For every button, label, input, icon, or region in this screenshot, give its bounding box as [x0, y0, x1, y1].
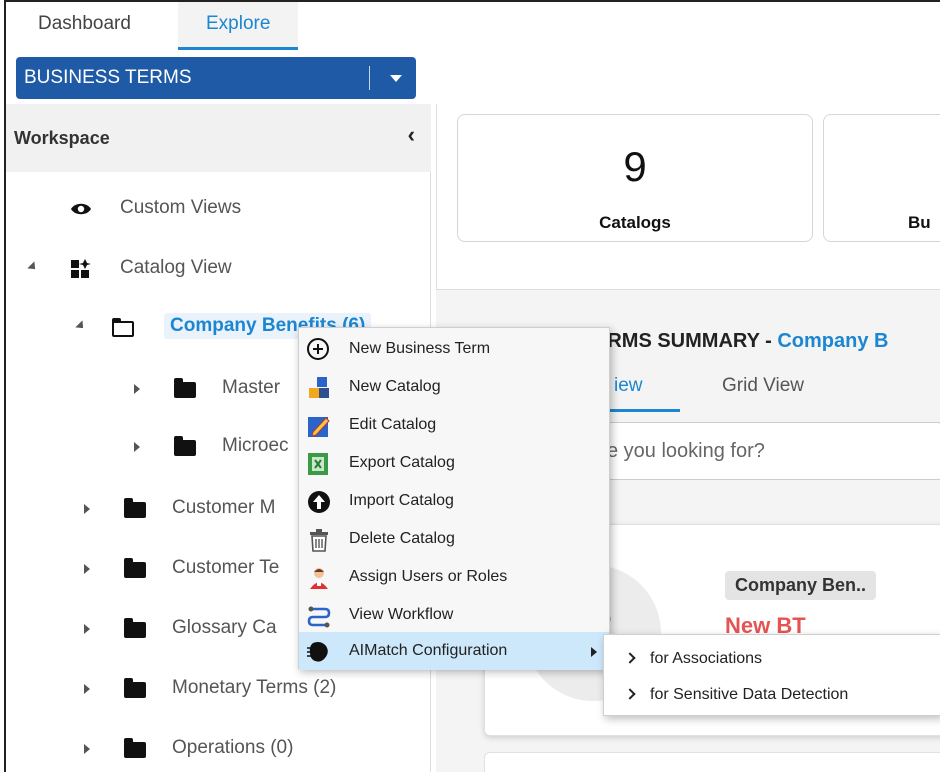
tree-item-label: Catalog View — [120, 257, 232, 278]
workspace-title: Workspace — [14, 128, 110, 148]
stats-strip: 9 Catalogs Bu — [436, 104, 940, 290]
submenu-item-for-sensitive-data[interactable]: for Sensitive Data Detection — [604, 677, 940, 713]
chevron-right-icon — [624, 652, 636, 664]
tree-item-operations[interactable]: Operations (0) — [6, 730, 431, 770]
submenu-item-for-associations[interactable]: for Associations — [604, 641, 940, 677]
expand-arrow-icon[interactable] — [84, 564, 90, 574]
app-frame: Dashboard Explore BUSINESS TERMS Workspa… — [4, 0, 940, 772]
menu-item-assign-users[interactable]: Assign Users or Roles — [299, 558, 609, 596]
menu-item-aimatch-configuration[interactable]: AIMatch Configuration — [299, 632, 609, 670]
tree-item-label: Customer M — [172, 497, 276, 518]
tab-card-view[interactable]: iew — [600, 364, 680, 412]
workspace-header: Workspace ‹ — [6, 104, 431, 172]
submenu-item-label: for Associations — [650, 650, 763, 667]
edit-catalog-icon — [307, 414, 331, 438]
aimatch-icon — [307, 640, 331, 664]
folder-icon — [124, 498, 146, 522]
expand-arrow-icon[interactable] — [134, 442, 140, 452]
assign-users-icon — [307, 566, 331, 590]
summary-title-prefix: ERMS SUMMARY - — [594, 330, 778, 352]
tree-item-custom-views[interactable]: Custom Views — [6, 190, 431, 230]
menu-item-label: New Catalog — [349, 378, 441, 395]
menu-item-label: Delete Catalog — [349, 530, 455, 547]
expand-arrow-icon[interactable] — [27, 261, 39, 273]
chevron-right-icon — [624, 688, 636, 700]
menu-item-import-catalog[interactable]: Import Catalog — [299, 482, 609, 520]
menu-item-label: AIMatch Configuration — [349, 642, 508, 659]
section-select-value: BUSINESS TERMS — [24, 67, 192, 88]
menu-item-new-business-term[interactable]: New Business Term — [299, 330, 609, 368]
expand-arrow-icon[interactable] — [134, 384, 140, 394]
business-term-card-next[interactable] — [484, 752, 940, 772]
tree-item-label: Custom Views — [120, 197, 242, 218]
menu-item-delete-catalog[interactable]: Delete Catalog — [299, 520, 609, 558]
search-placeholder: e you looking for? — [607, 440, 765, 462]
expand-arrow-icon[interactable] — [84, 684, 90, 694]
folder-icon — [124, 738, 146, 762]
aimatch-submenu: for Associations for Sensitive Data Dete… — [603, 634, 940, 716]
stat-label: Catalogs — [599, 213, 671, 232]
catalog-view-icon — [70, 259, 92, 279]
folder-icon — [124, 618, 146, 642]
tree-item-label: Master — [222, 377, 281, 398]
summary-title-catalog: Company B — [777, 330, 889, 352]
collapse-sidebar-icon[interactable]: ‹ — [408, 122, 415, 148]
import-catalog-icon — [307, 490, 331, 514]
eye-icon — [70, 199, 92, 219]
expand-arrow-icon[interactable] — [84, 504, 90, 514]
trash-icon — [307, 528, 331, 552]
new-catalog-icon — [307, 376, 331, 400]
tree-item-label: Customer Te — [172, 557, 280, 578]
top-tabs: Dashboard Explore — [6, 2, 940, 50]
stat-label: Bu — [908, 213, 931, 232]
tab-explore[interactable]: Explore — [178, 2, 299, 50]
menu-item-export-catalog[interactable]: Export Catalog — [299, 444, 609, 482]
catalog-badge: Company Ben.. — [725, 571, 877, 600]
menu-item-label: Assign Users or Roles — [349, 568, 508, 585]
section-select[interactable]: BUSINESS TERMS — [16, 57, 416, 99]
menu-item-label: Edit Catalog — [349, 416, 437, 433]
expand-arrow-icon[interactable] — [75, 320, 87, 332]
folder-icon — [124, 678, 146, 702]
select-divider — [369, 66, 370, 90]
expand-arrow-icon[interactable] — [84, 624, 90, 634]
view-tabs: iew Grid View — [592, 364, 940, 412]
menu-item-new-catalog[interactable]: New Catalog — [299, 368, 609, 406]
stat-value: 9 — [623, 143, 647, 190]
menu-item-label: New Business Term — [349, 340, 491, 357]
folder-icon — [124, 558, 146, 582]
expand-arrow-icon[interactable] — [84, 744, 90, 754]
tree-item-label: Monetary Terms (2) — [172, 677, 337, 698]
context-menu: New Business Term New Catalog Edit Catal… — [298, 327, 610, 670]
stat-card-business-terms[interactable]: Bu — [823, 114, 940, 242]
plus-circle-icon — [307, 338, 331, 362]
submenu-arrow-icon — [591, 647, 597, 657]
menu-item-label: View Workflow — [349, 606, 454, 623]
menu-item-label: Export Catalog — [349, 454, 455, 471]
tree-item-monetary-terms[interactable]: Monetary Terms (2) — [6, 670, 431, 710]
workflow-icon — [307, 604, 331, 628]
tree-item-label: Microec — [222, 435, 289, 456]
menu-item-view-workflow[interactable]: View Workflow — [299, 596, 609, 634]
stat-card-catalogs[interactable]: 9 Catalogs — [457, 114, 813, 242]
tree-item-catalog-view[interactable]: Catalog View — [6, 250, 431, 290]
chevron-down-icon[interactable] — [390, 75, 402, 82]
tab-dashboard[interactable]: Dashboard — [10, 2, 159, 50]
summary-title: ERMS SUMMARY - Company B — [594, 330, 888, 353]
tree-item-label: Glossary Ca — [172, 617, 277, 638]
menu-item-edit-catalog[interactable]: Edit Catalog — [299, 406, 609, 444]
folder-icon — [174, 378, 196, 402]
folder-open-icon — [112, 318, 134, 341]
folder-icon — [174, 436, 196, 460]
export-catalog-icon — [307, 452, 331, 476]
submenu-item-label: for Sensitive Data Detection — [650, 686, 849, 703]
menu-item-label: Import Catalog — [349, 492, 454, 509]
tab-grid-view[interactable]: Grid View — [722, 364, 804, 412]
tree-item-label: Operations (0) — [172, 737, 294, 758]
